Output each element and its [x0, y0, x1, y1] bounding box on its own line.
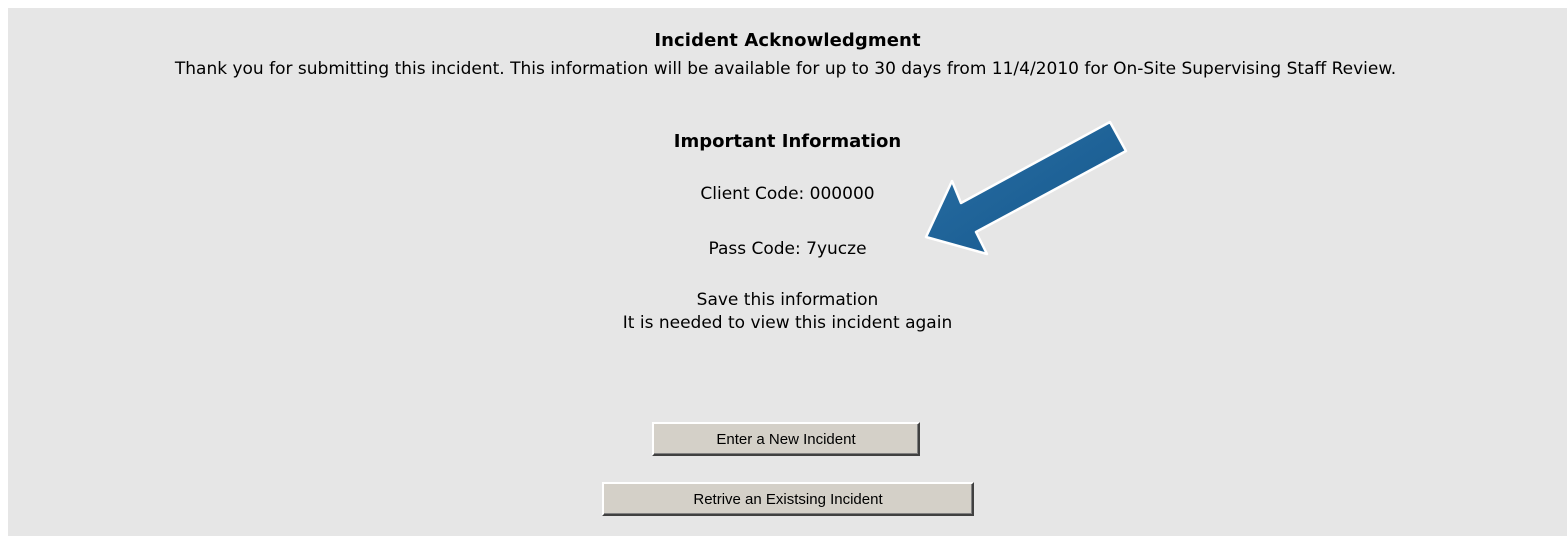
arrow-icon	[924, 120, 1128, 256]
